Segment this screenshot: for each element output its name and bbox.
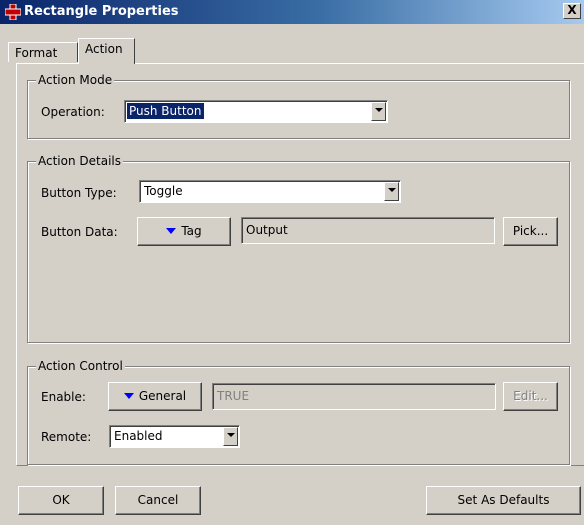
close-button[interactable]: X: [563, 3, 581, 19]
tab-action[interactable]: Action: [78, 38, 135, 64]
chevron-down-icon[interactable]: [223, 427, 238, 446]
remote-label: Remote:: [41, 430, 92, 444]
operation-value: Push Button: [127, 103, 204, 119]
general-button[interactable]: General: [108, 382, 202, 411]
tag-button-label: Tag: [181, 224, 202, 238]
enable-label: Enable:: [41, 390, 86, 404]
window-title: Rectangle Properties: [24, 4, 179, 19]
general-button-label: General: [138, 389, 187, 403]
action-control-legend: Action Control: [36, 359, 125, 373]
cancel-button[interactable]: Cancel: [115, 486, 201, 515]
tag-button[interactable]: Tag: [137, 217, 231, 246]
operation-dropdown[interactable]: Push Button: [124, 100, 388, 123]
chevron-down-icon[interactable]: [384, 182, 399, 201]
set-as-defaults-button[interactable]: Set As Defaults: [426, 486, 581, 515]
action-control-group: Action Control: [27, 359, 570, 465]
button-type-label: Button Type:: [41, 186, 117, 200]
chevron-down-icon[interactable]: [371, 102, 386, 121]
button-type-value: Toggle: [144, 184, 183, 198]
action-mode-legend: Action Mode: [36, 73, 115, 87]
button-type-dropdown[interactable]: Toggle: [139, 180, 401, 203]
remote-dropdown[interactable]: Enabled: [109, 425, 240, 448]
rectangle-app-icon: [5, 4, 21, 20]
dropdown-triangle-icon: [123, 393, 134, 399]
operation-label: Operation:: [41, 105, 105, 119]
pick-button[interactable]: Pick...: [503, 217, 558, 246]
dropdown-triangle-icon: [166, 228, 177, 234]
remote-value: Enabled: [114, 429, 163, 443]
edit-button: Edit...: [503, 382, 558, 411]
ok-button[interactable]: OK: [18, 486, 104, 515]
button-data-label: Button Data:: [41, 225, 118, 239]
title-bar: Rectangle Properties X: [0, 0, 584, 24]
enable-expression-field: TRUE: [212, 383, 496, 410]
action-details-legend: Action Details: [36, 154, 123, 168]
tab-format[interactable]: Format: [8, 42, 78, 62]
button-data-field: Output: [241, 217, 495, 244]
